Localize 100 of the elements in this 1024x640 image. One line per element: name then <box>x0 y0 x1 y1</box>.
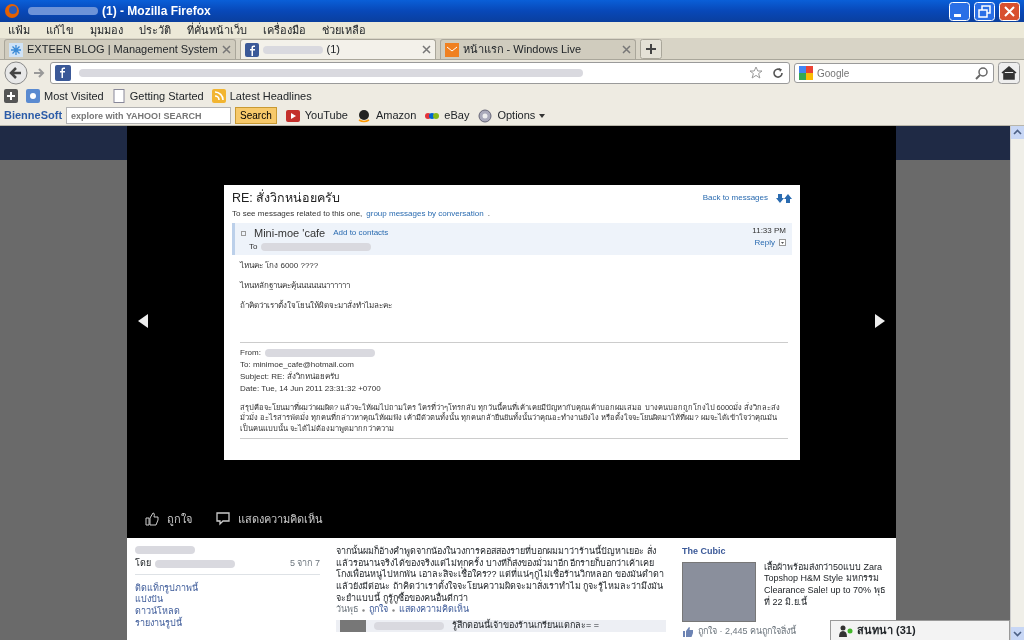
toolbar-link[interactable]: YouTube <box>284 107 348 124</box>
menu-item[interactable]: มุมมอง <box>90 21 123 39</box>
down-arrow-icon[interactable] <box>776 193 784 203</box>
scrollbar[interactable] <box>1010 126 1024 640</box>
sender-name: Mini-moe 'cafe <box>254 225 326 241</box>
toolbar-link[interactable]: Options <box>477 107 546 124</box>
facebook-logo-icon <box>55 65 71 81</box>
menu-item[interactable]: ประวัติ <box>139 21 171 39</box>
toolbar-link[interactable]: Amazon <box>356 107 417 124</box>
firefox-logo-icon <box>4 3 20 19</box>
menu-item[interactable]: ที่คั่นหน้าเว็บ <box>187 21 247 39</box>
bookmark-link[interactable]: Getting Started <box>111 87 204 105</box>
caret-icon <box>539 113 546 118</box>
back-icon[interactable] <box>4 61 28 85</box>
url-field[interactable] <box>50 62 790 84</box>
previous-icon[interactable] <box>138 314 150 328</box>
browser-tab[interactable]: หน้าแรก - Windows Live <box>439 39 636 59</box>
menu-item[interactable]: แก้ไข <box>46 21 74 39</box>
search-button[interactable]: Search <box>235 107 277 124</box>
like-icon <box>145 512 159 527</box>
star-icon[interactable] <box>749 66 763 80</box>
add-contact-link[interactable]: Add to contacts <box>333 227 389 239</box>
hint-text: To see messages related to this one, <box>232 207 363 220</box>
tab-label: หน้าแรก - Windows Live <box>462 42 583 58</box>
facebook-logo-icon <box>244 42 259 57</box>
new-tab-icon[interactable] <box>639 39 662 59</box>
search-icon[interactable] <box>975 66 989 80</box>
scroll-up-icon[interactable] <box>1011 126 1024 139</box>
restore-icon[interactable] <box>974 1 995 21</box>
home-icon[interactable] <box>998 62 1020 84</box>
browser-tab[interactable]: EXTEEN BLOG | Management System <box>4 39 236 59</box>
photo-option-link[interactable]: ดาวน์โหลด <box>135 606 320 618</box>
toolbar-link[interactable]: eBay <box>424 107 470 124</box>
photo-option-link[interactable]: ติดแท็กรูปภาพนี้ <box>135 582 320 595</box>
comment-action-link[interactable]: ถูกใจ <box>369 604 388 617</box>
rss-icon <box>211 89 226 103</box>
quoted-from: From: <box>240 347 261 360</box>
quoted-header-line: To: minimoe_cafe@hotmail.com <box>240 359 355 371</box>
mail-icon <box>444 42 459 57</box>
next-icon[interactable] <box>873 314 885 328</box>
toolbar-brand: BienneSoft <box>4 108 63 124</box>
tab-label: EXTEEN BLOG | Management System <box>27 42 218 58</box>
add-icon[interactable] <box>4 89 18 103</box>
to-label: To <box>249 241 258 254</box>
amazon-logo-icon <box>356 107 372 124</box>
minimize-icon[interactable] <box>949 1 970 21</box>
quoted-header-line: Subject: RE: สั่งวิกหน่อยครับ <box>240 371 340 384</box>
like-icon <box>682 625 694 638</box>
close-icon[interactable] <box>621 45 631 54</box>
email-subject: RE: สั่งวิกหน่อยครับ <box>232 189 342 207</box>
photo-option-link[interactable]: รายงานรูปนี้ <box>135 617 320 630</box>
comment-text: จากนั้นผมก็อ้างคำพูดจากน้องในวงการคอสสองรายที่บอกผมมาว่าร้านนี้ปัญหาเยอะ สั่งแล้วรอนานจริงได้ของจริงแต่ไม่ทุกครั้ง บางทีก็ส่งของมั่วมาอีก อีกรายก็บอกว่าเค้าเคยโกงเพื่อนหนูไปหกพัน เอาละสิจะเชื่อใคร?? แต่ที่แน่ๆกูไม่เชื่อร้านวิกหลอก ของมันดำดา แล้วยังมีต่อนะ ถ้าคิดว่าเราตั้งใจจะโยนความผิดจะมาสั่งเราทำไม กูจะรู้ไหมละว่ามึงมันจะยำแบบนี้ กูรู้กูซื้อของคนอื่นดีกว่า <box>336 546 665 605</box>
reply-text: รู้สึกตอนนี้เจ้าของร้านเกรียนแตกละ= = <box>452 620 599 632</box>
bookmark-link[interactable]: Most Visited <box>26 87 104 105</box>
up-arrow-icon[interactable] <box>784 193 792 203</box>
menu-item[interactable]: ช่วยเหลือ <box>322 21 366 39</box>
redacted-text <box>28 7 98 15</box>
online-user-icon <box>839 624 853 637</box>
page-icon <box>111 89 126 103</box>
quoted-header-line: Date: Tue, 14 Jun 2011 23:31:32 +0700 <box>240 383 382 396</box>
hint-text: . <box>487 207 490 220</box>
reply-link[interactable]: Reply <box>754 236 775 249</box>
redacted-text <box>135 546 195 554</box>
scroll-down-icon[interactable] <box>1011 627 1024 640</box>
youtube-logo-icon <box>284 107 301 124</box>
window-title: (1) - Mozilla Firefox <box>102 3 211 20</box>
ad-likes: ถูกใจ · 2,445 คนถูกใจสิ่งนี้ <box>698 625 797 638</box>
search-field[interactable]: explore with YAHOO! SEARCH <box>66 107 232 124</box>
close-icon[interactable] <box>421 45 431 54</box>
separator-dot-icon <box>362 608 365 612</box>
comment-time: วันพุธ <box>336 604 358 617</box>
snowflake-icon <box>9 42 23 57</box>
menu-item[interactable]: เครื่องมือ <box>263 21 306 39</box>
photo-action-link[interactable]: ถูกใจ <box>145 511 192 528</box>
browser-tab[interactable]: (1) <box>239 39 436 59</box>
search-field[interactable]: Google <box>794 63 994 83</box>
bookmark-link[interactable]: Latest Headlines <box>211 87 312 105</box>
owner-label: โดย <box>135 558 151 570</box>
close-icon[interactable] <box>221 45 231 54</box>
photo-action-link[interactable]: แสดงความคิดเห็น <box>216 511 323 528</box>
message-time: 11:33 PM <box>752 224 786 237</box>
group-link[interactable]: group messages by conversation <box>366 207 484 220</box>
photo-position: 5 จาก 7 <box>290 558 320 570</box>
comment-action-link[interactable]: แสดงความคิดเห็น <box>399 604 469 617</box>
tab-label: (1) <box>326 42 341 58</box>
reload-icon[interactable] <box>771 66 785 80</box>
photo-option-link[interactable]: แบ่งปัน <box>135 594 320 607</box>
message-line: ไหนหลักฐานคะคุ้นนนนนนาาาาาา <box>240 280 351 293</box>
redacted-text <box>374 622 444 631</box>
message-line: ไหนคะ โกง 6000 ???? <box>240 260 320 273</box>
dropdown-icon[interactable] <box>779 239 786 247</box>
comment-icon <box>216 512 230 527</box>
ad-title[interactable]: The Cubic <box>682 546 887 558</box>
redacted-text <box>262 45 323 54</box>
separator-dot-icon <box>392 608 395 612</box>
back-link[interactable]: Back to messages <box>702 192 768 205</box>
menu-item[interactable]: แฟ้ม <box>8 21 30 39</box>
google-logo-icon <box>799 66 813 80</box>
chat-tab[interactable]: สนทนา (31) <box>830 620 1010 640</box>
message-line: ถ้าคิดว่าเราตั้งใจโยนให้ผิดจะมาสั่งทำไมละคะ <box>240 300 393 313</box>
